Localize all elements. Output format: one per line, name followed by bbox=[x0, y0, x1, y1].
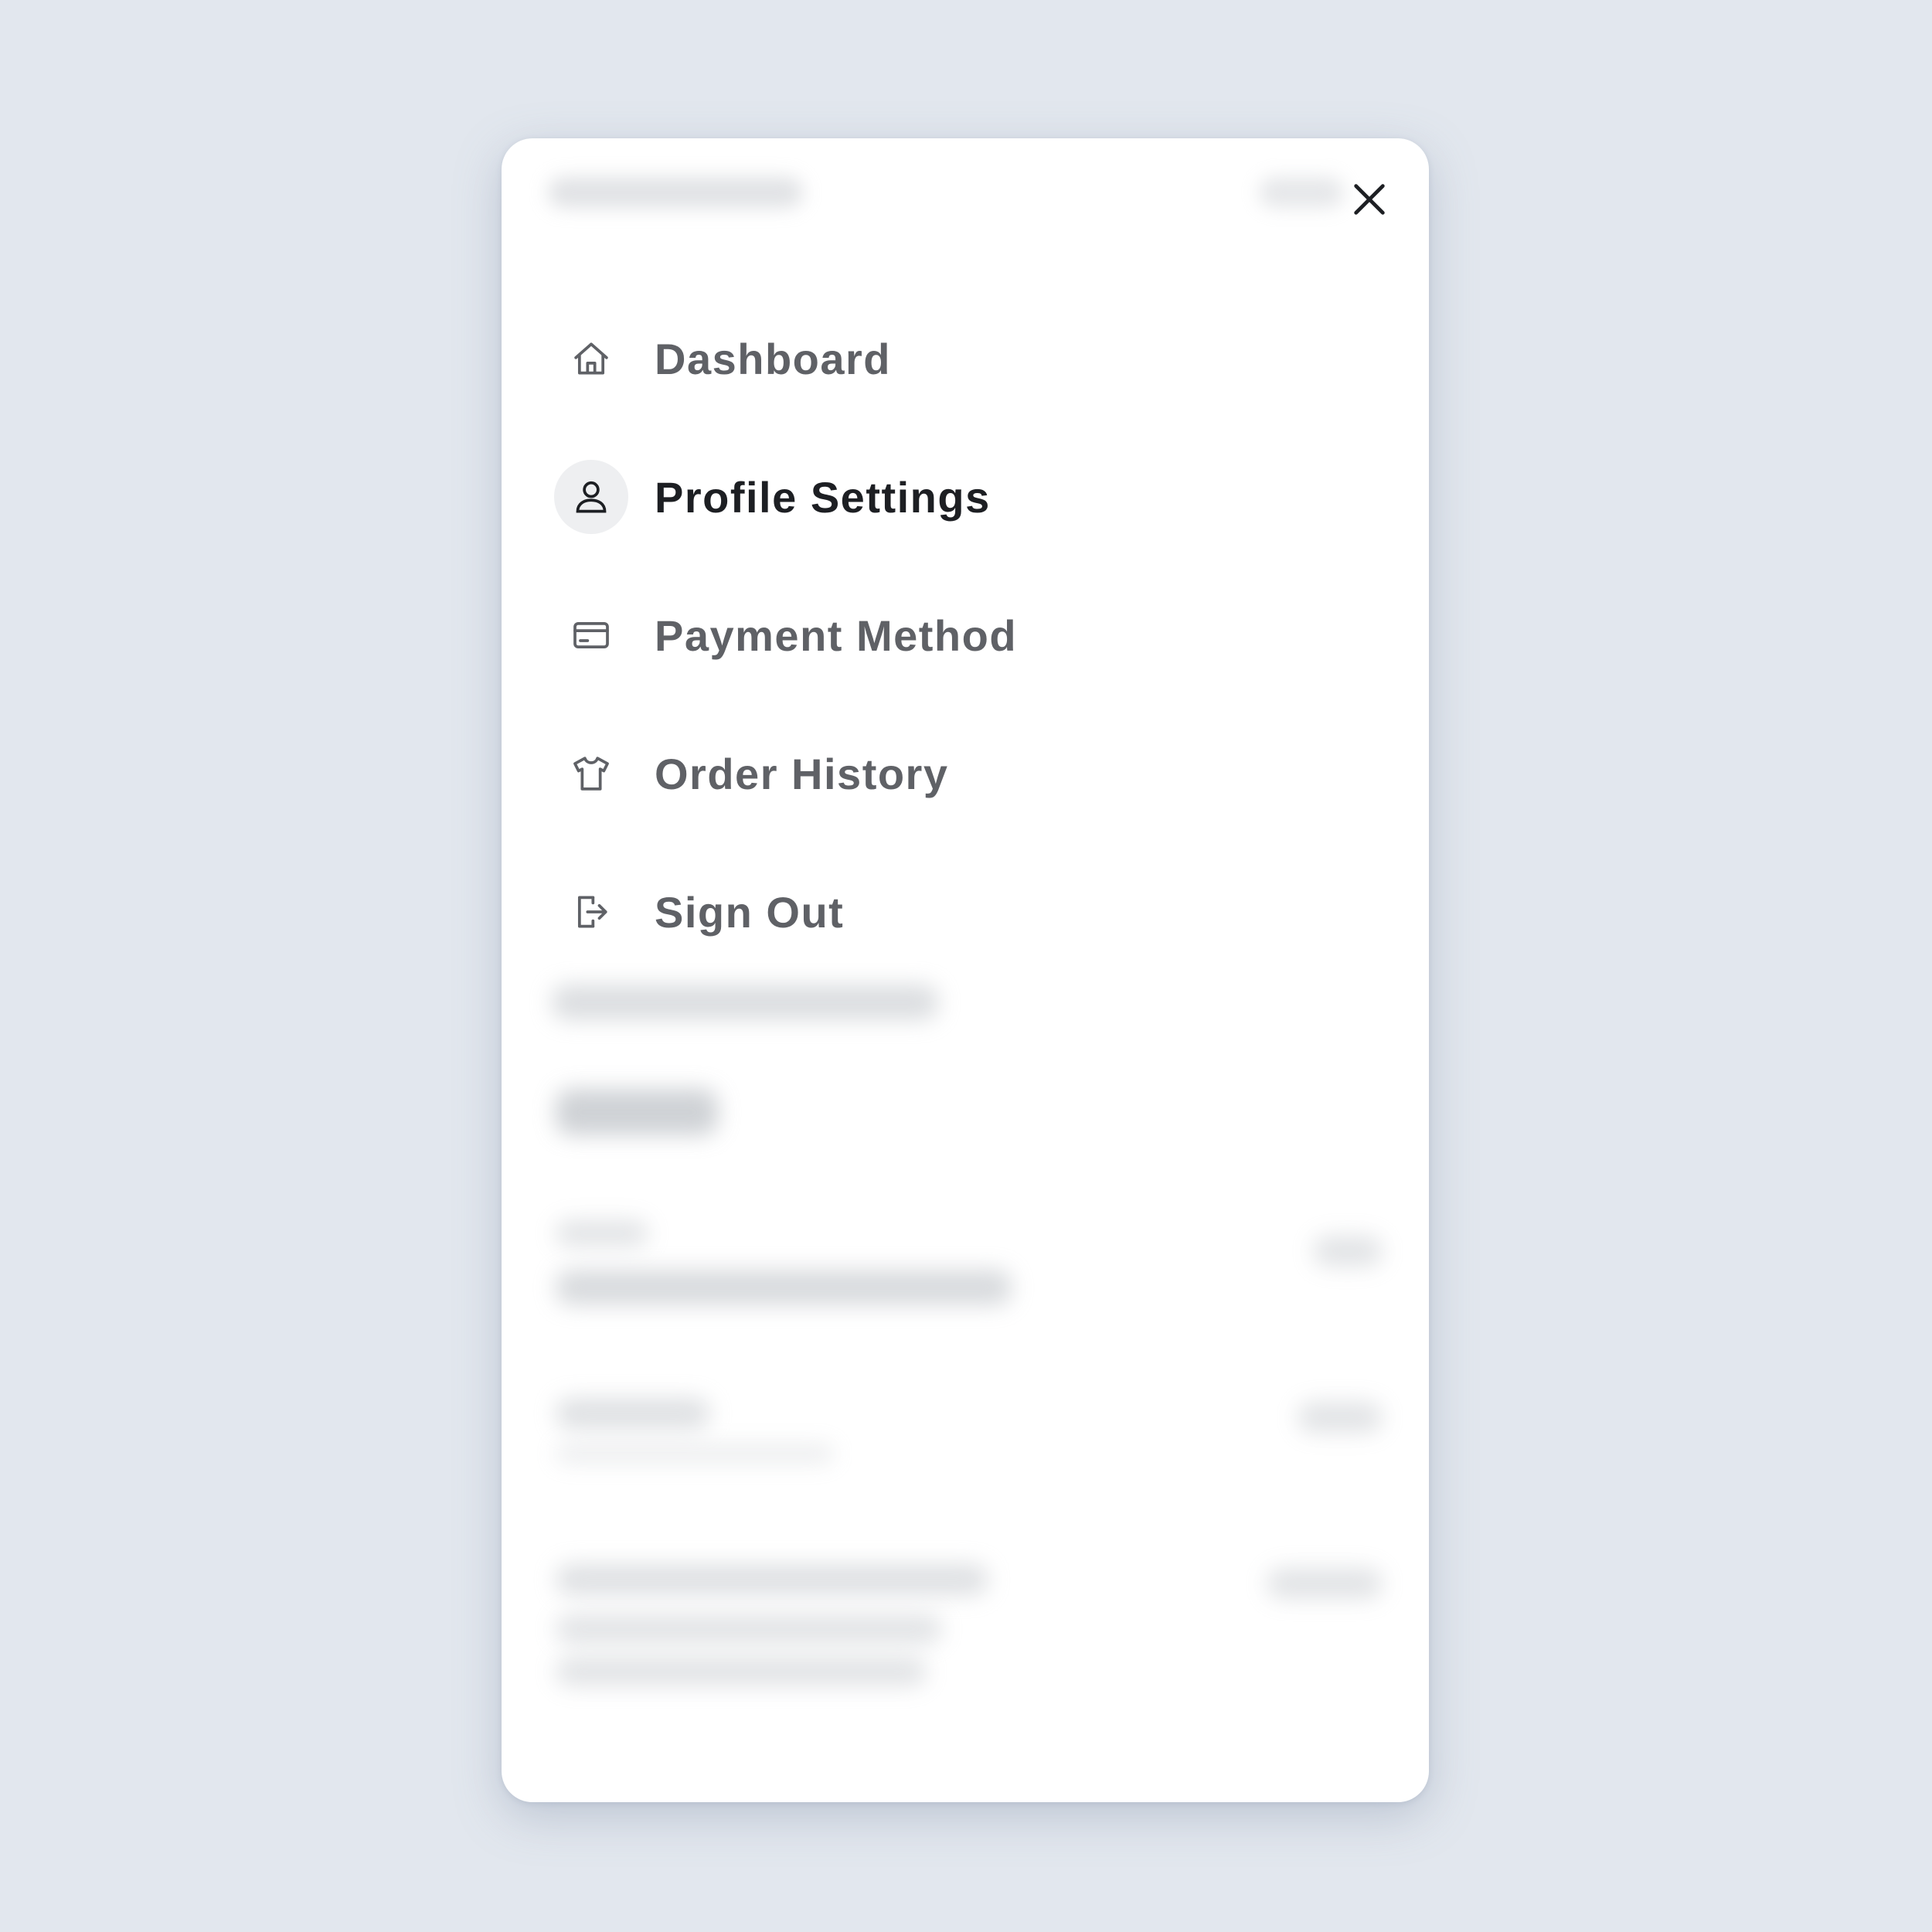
menu-item-sign-out[interactable]: Sign Out bbox=[554, 874, 1373, 950]
menu-item-label: Sign Out bbox=[655, 887, 845, 937]
menu-item-dashboard[interactable]: Dashboard bbox=[554, 321, 1373, 396]
close-icon bbox=[1354, 184, 1385, 215]
menu-item-label: Dashboard bbox=[655, 334, 891, 383]
shirt-icon bbox=[554, 736, 628, 811]
menu-panel: Dashboard Profile Settings Payment Metho… bbox=[502, 138, 1429, 1802]
menu-item-label: Payment Method bbox=[655, 611, 1018, 660]
close-button[interactable] bbox=[1342, 172, 1396, 226]
blurred-row-2-label bbox=[556, 1398, 710, 1429]
blurred-row-2-action bbox=[1298, 1402, 1383, 1433]
sign-out-icon bbox=[554, 875, 628, 949]
home-icon bbox=[554, 321, 628, 396]
main-menu: Dashboard Profile Settings Payment Metho… bbox=[554, 321, 1373, 1012]
blurred-header-left bbox=[548, 177, 803, 208]
blurred-row-1-label bbox=[556, 1220, 648, 1247]
blurred-row-3-sub-2 bbox=[556, 1657, 927, 1686]
user-icon bbox=[554, 460, 628, 534]
blurred-row-2-sub bbox=[556, 1444, 834, 1463]
menu-item-label: Profile Settings bbox=[655, 472, 991, 522]
blurred-section-title bbox=[556, 1089, 718, 1135]
menu-item-label: Order History bbox=[655, 749, 949, 798]
blurred-row-3-sub-1 bbox=[556, 1614, 942, 1644]
blurred-row-1-value bbox=[556, 1270, 1012, 1305]
menu-item-profile-settings[interactable]: Profile Settings bbox=[554, 459, 1373, 535]
blurred-header-right bbox=[1259, 177, 1344, 208]
blurred-row-3-label bbox=[556, 1564, 988, 1595]
menu-item-payment-method[interactable]: Payment Method bbox=[554, 597, 1373, 673]
menu-item-order-history[interactable]: Order History bbox=[554, 736, 1373, 811]
credit-card-icon bbox=[554, 598, 628, 672]
blurred-row-3-action bbox=[1267, 1568, 1383, 1599]
blurred-row-1-action bbox=[1313, 1236, 1383, 1267]
blurred-section-heading bbox=[552, 985, 938, 1020]
